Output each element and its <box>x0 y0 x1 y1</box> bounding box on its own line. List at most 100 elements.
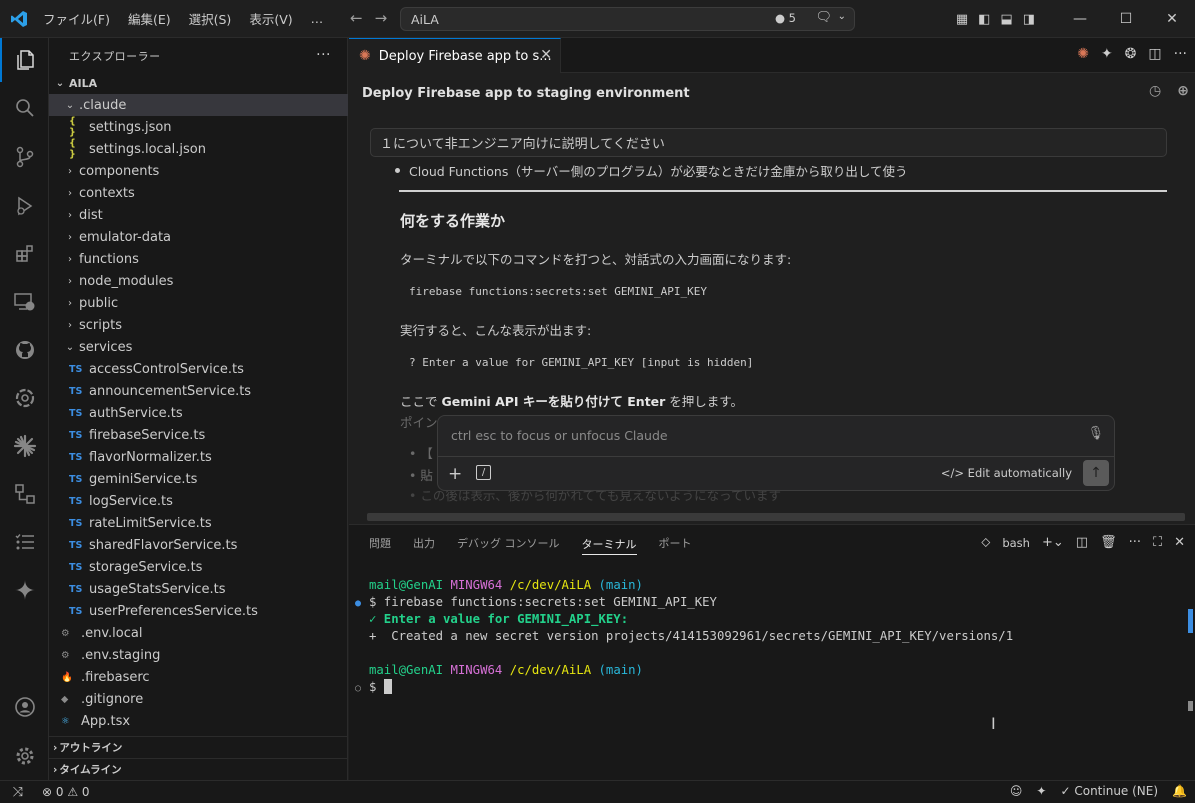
edit-mode-toggle[interactable]: </> Edit automatically <box>941 466 1072 480</box>
tree-item[interactable]: TS announcementService.ts <box>49 380 348 402</box>
openai-icon[interactable] <box>0 376 49 420</box>
tree-item[interactable]: 🔥 .firebaserc <box>49 666 348 688</box>
timeline-section[interactable]: › タイムライン <box>49 758 348 780</box>
shell-name[interactable]: bash <box>1002 536 1030 550</box>
tree-item[interactable]: ◆ .gitignore <box>49 688 348 710</box>
split-editor-icon[interactable]: ◫ <box>1148 46 1161 62</box>
horizontal-scrollbar[interactable] <box>367 513 1185 521</box>
tree-item[interactable]: › dist <box>49 204 348 226</box>
problems-indicator[interactable]: ⊗ 0 ⚠ 0 <box>42 785 90 799</box>
tab-debug-console[interactable]: デバッグ コンソール <box>457 525 560 561</box>
menu-edit[interactable]: 編集(E) <box>119 9 180 28</box>
chat-input-box[interactable]: ctrl esc to focus or unfocus Claude 🎙 + … <box>437 415 1115 491</box>
tree-item[interactable]: › contexts <box>49 182 348 204</box>
account-icon[interactable] <box>0 685 49 729</box>
connections-icon[interactable] <box>0 472 49 516</box>
search-icon[interactable] <box>0 86 49 130</box>
tab-claude-session[interactable]: ✺ Deploy Firebase app to s... ✕ <box>349 38 561 73</box>
tree-item[interactable]: TS geminiService.ts <box>49 468 348 490</box>
maximize-panel-icon[interactable]: ⛶ <box>1153 535 1162 550</box>
remote-indicator-icon[interactable]: ⤨ <box>0 785 36 800</box>
tree-item[interactable]: TS sharedFlavorService.ts <box>49 534 348 556</box>
tab-problems[interactable]: 問題 <box>369 525 391 561</box>
new-session-icon[interactable]: ⊕ <box>1177 83 1189 99</box>
outline-section[interactable]: › アウトライン <box>49 736 348 758</box>
tree-item[interactable]: › emulator-data <box>49 226 348 248</box>
toggle-panel-icon[interactable]: ⬓ <box>1000 12 1012 27</box>
workspace-root[interactable]: ⌄ AILA <box>49 72 348 94</box>
gemini-icon[interactable] <box>0 568 49 612</box>
forward-arrow-icon[interactable]: → <box>375 9 388 27</box>
tab-ports[interactable]: ポート <box>659 525 692 561</box>
tree-item[interactable]: { } settings.local.json <box>49 138 348 160</box>
close-icon[interactable]: ✕ <box>1149 11 1195 27</box>
split-terminal-icon[interactable]: ◫ <box>1076 535 1088 550</box>
tree-item[interactable]: › functions <box>49 248 348 270</box>
tree-item[interactable]: › components <box>49 160 348 182</box>
tree-item[interactable]: TS accessControlService.ts <box>49 358 348 380</box>
openai-icon[interactable]: ❂ <box>1125 46 1137 62</box>
tree-item[interactable]: TS authService.ts <box>49 402 348 424</box>
back-arrow-icon[interactable]: ← <box>350 9 363 27</box>
maximize-icon[interactable]: ☐ <box>1103 11 1149 27</box>
run-debug-icon[interactable] <box>0 184 49 228</box>
menu-more[interactable]: … <box>302 11 333 26</box>
github-icon[interactable] <box>0 328 49 372</box>
menu-view[interactable]: 表示(V) <box>240 9 301 28</box>
notifications-bell-icon[interactable]: 🔔 <box>1172 784 1187 798</box>
extensions-icon[interactable] <box>0 232 49 276</box>
tree-item[interactable]: TS logService.ts <box>49 490 348 512</box>
settings-gear-icon[interactable] <box>0 734 49 778</box>
menu-file[interactable]: ファイル(F) <box>34 9 119 28</box>
tree-item[interactable]: TS storageService.ts <box>49 556 348 578</box>
slash-command-icon[interactable]: / <box>476 465 491 480</box>
toggle-secondary-sidebar-icon[interactable]: ◨ <box>1023 12 1035 27</box>
sparkle-icon[interactable]: ✦ <box>1101 46 1113 62</box>
tree-item[interactable]: ⌄ services <box>49 336 348 358</box>
new-terminal-icon[interactable]: +⌄ <box>1042 535 1064 550</box>
copilot-icon[interactable]: ☺ <box>1010 784 1023 798</box>
continue-status[interactable]: ✓ Continue (NE) <box>1060 784 1158 798</box>
tree-item[interactable]: ⚛ App.tsx <box>49 710 348 732</box>
command-success-dot-icon[interactable]: ● <box>355 595 361 612</box>
history-icon[interactable]: ◷ <box>1149 83 1161 99</box>
changes-badge[interactable]: ● 5 <box>775 11 796 25</box>
claude-icon[interactable]: ✺ <box>1077 46 1089 62</box>
menu-selection[interactable]: 選択(S) <box>180 9 241 28</box>
command-pending-dot-icon[interactable]: ○ <box>355 680 361 697</box>
remote-explorer-icon[interactable] <box>0 280 49 324</box>
tree-item[interactable]: TS flavorNormalizer.ts <box>49 446 348 468</box>
terminal-input-line[interactable]: $ <box>369 679 392 696</box>
tree-item[interactable]: ⌄ .claude <box>49 94 348 116</box>
tab-output[interactable]: 出力 <box>413 525 435 561</box>
close-panel-icon[interactable]: ✕ <box>1174 535 1185 550</box>
tree-item[interactable]: TS usageStatsService.ts <box>49 578 348 600</box>
microphone-icon[interactable]: 🎙 <box>1087 426 1104 441</box>
send-button[interactable]: ↑ <box>1083 460 1109 486</box>
claude-icon[interactable] <box>0 424 49 468</box>
close-tab-icon[interactable]: ✕ <box>540 47 552 63</box>
tree-item[interactable]: { } settings.json <box>49 116 348 138</box>
toggle-sidebar-icon[interactable]: ◧ <box>978 12 990 27</box>
tree-item[interactable]: › public <box>49 292 348 314</box>
task-list-icon[interactable] <box>0 520 49 564</box>
tree-item[interactable]: TS rateLimitService.ts <box>49 512 348 534</box>
terminal-shell-icon[interactable]: ⬦ <box>981 535 990 550</box>
add-attachment-icon[interactable]: + <box>448 464 462 484</box>
tree-item[interactable]: ⚙ .env.staging <box>49 644 348 666</box>
gemini-icon[interactable]: ✦ <box>1036 784 1046 798</box>
tab-terminal[interactable]: ターミナル <box>581 535 637 555</box>
terminal-scrollbar-markers[interactable] <box>1188 609 1193 749</box>
more-actions-icon[interactable]: ··· <box>1129 535 1141 550</box>
chevron-down-icon[interactable]: ⌄ <box>838 11 846 22</box>
explorer-icon[interactable] <box>0 38 49 82</box>
terminal[interactable]: mail@GenAI MINGW64 /c/dev/AiLA (main) ● … <box>349 569 1195 779</box>
tree-item[interactable]: › node_modules <box>49 270 348 292</box>
customize-layout-icon[interactable]: ▦ <box>956 12 968 27</box>
more-actions-icon[interactable]: ··· <box>316 47 331 63</box>
source-control-icon[interactable] <box>0 135 49 179</box>
more-actions-icon[interactable]: ··· <box>1174 46 1187 62</box>
trash-icon[interactable]: 🗑 <box>1100 535 1117 550</box>
tree-item[interactable]: ⚙ .env.local <box>49 622 348 644</box>
tree-item[interactable]: TS firebaseService.ts <box>49 424 348 446</box>
